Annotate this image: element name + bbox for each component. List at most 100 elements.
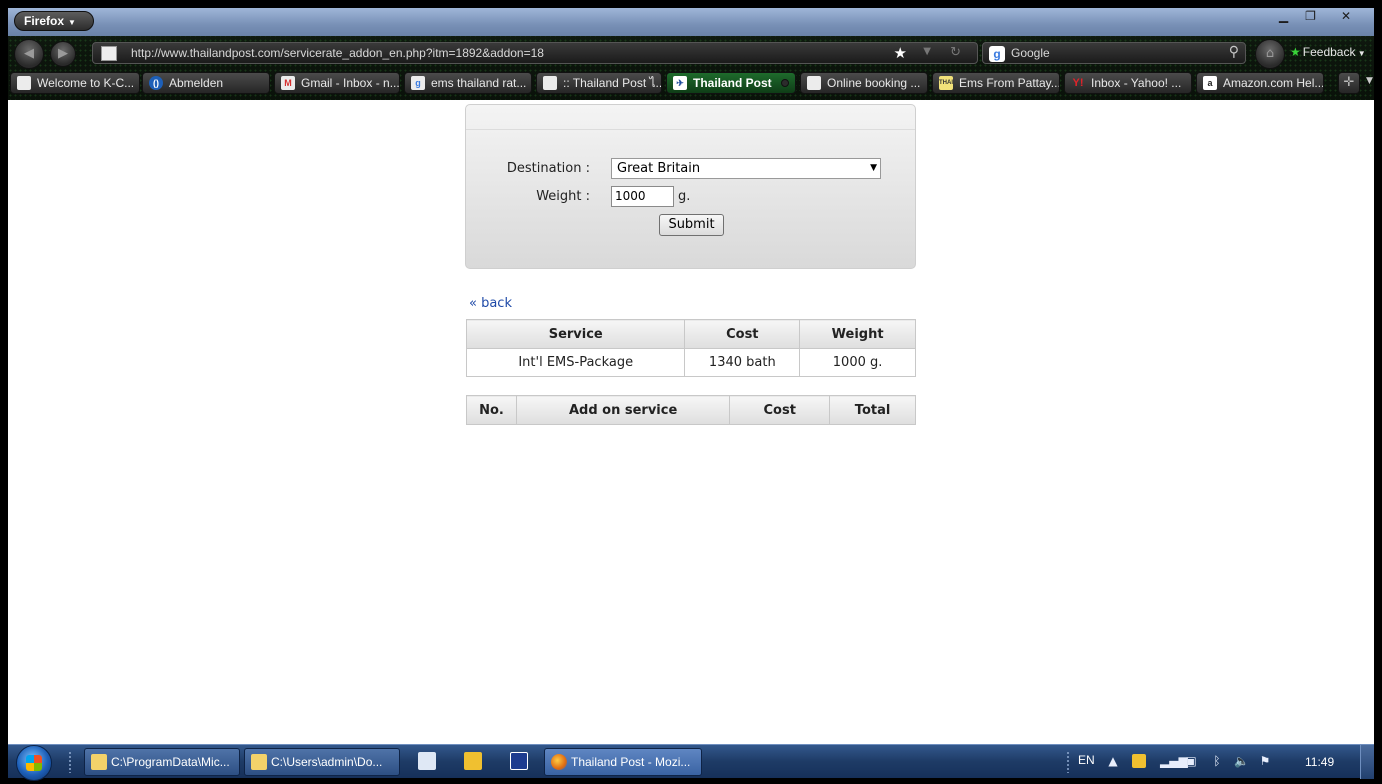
tab-list-chevron-icon[interactable]: ▼ xyxy=(1366,76,1373,86)
firefox-menu-label: Firefox xyxy=(24,14,65,28)
tv-app-icon[interactable] xyxy=(510,752,528,770)
home-icon[interactable]: ⌂ xyxy=(1255,39,1285,69)
google-icon[interactable]: g xyxy=(989,46,1005,62)
destination-selected-value: Great Britain xyxy=(617,161,701,176)
thai-visa-icon: THAI xyxy=(939,76,953,90)
task-label: C:\ProgramData\Mic... xyxy=(111,755,230,769)
column-header-weight: Weight xyxy=(799,319,916,349)
column-header-addon-service: Add on service xyxy=(515,395,731,425)
title-bar: Firefox ▼ ▁ ❐ ✕ xyxy=(8,8,1374,36)
page-icon xyxy=(17,76,31,90)
page-favicon-icon xyxy=(101,46,117,61)
destination-label: Destination : xyxy=(506,161,590,176)
chevron-down-icon: ▼ xyxy=(68,18,76,27)
feedback-label: Feedback xyxy=(1302,45,1356,59)
back-link[interactable]: « back xyxy=(469,296,512,311)
url-dropdown-icon[interactable]: ▼ xyxy=(923,46,931,57)
tray-grip[interactable] xyxy=(1066,751,1070,773)
close-icon[interactable]: ✕ xyxy=(1324,8,1368,25)
weight-label: Weight : xyxy=(536,189,590,204)
feedback-button[interactable]: ★ Feedback ▼ xyxy=(1290,45,1366,59)
bookmark-label: Welcome to K-C... xyxy=(37,76,135,90)
notes-app-icon[interactable] xyxy=(464,752,482,770)
restore-icon[interactable]: ❐ xyxy=(1297,8,1324,25)
new-tab-icon[interactable]: ✛ xyxy=(1338,72,1360,94)
weight-unit-label: g. xyxy=(678,189,691,204)
task-label: Thailand Post - Mozi... xyxy=(571,755,691,769)
table-header-row: Service Cost Weight xyxy=(465,319,916,349)
folder-icon xyxy=(91,754,107,770)
window-controls: ▁ ❐ ✕ xyxy=(1270,8,1368,25)
yahoo-icon: Y! xyxy=(1072,77,1084,89)
gmail-icon: M xyxy=(281,76,295,90)
rate-form-panel: Destination : Great Britain ▼ Weight : 1… xyxy=(465,104,916,269)
weight-input[interactable]: 1000 xyxy=(611,186,674,207)
bookmark-label: ems thailand rat... xyxy=(431,76,527,90)
task-firefox-thailand-post[interactable]: Thailand Post - Mozi... xyxy=(544,748,702,776)
search-icon[interactable]: ⚲ xyxy=(1229,44,1239,60)
navigation-bar: ◀ ▶ http://www.thailandpost.com/servicer… xyxy=(8,36,1374,70)
column-header-total: Total xyxy=(829,395,916,425)
notes-tray-icon[interactable] xyxy=(1132,754,1146,768)
panel-divider xyxy=(466,129,915,130)
start-button[interactable] xyxy=(16,745,52,781)
show-desktop-button[interactable] xyxy=(1360,745,1374,779)
destination-select[interactable]: Great Britain ▼ xyxy=(611,158,881,179)
task-admin-documents-folder[interactable]: C:\Users\admin\Do... xyxy=(244,748,400,776)
tray-expand-icon[interactable]: ▲ xyxy=(1106,754,1120,768)
bookmark-abmelden[interactable]: () Abmelden xyxy=(142,72,270,94)
bookmark-amazon-help[interactable]: a Amazon.com Hel... xyxy=(1196,72,1324,94)
network-icon[interactable]: ▣ xyxy=(1184,754,1198,768)
action-center-flag-icon[interactable]: ⚑ xyxy=(1258,754,1272,768)
language-indicator[interactable]: EN xyxy=(1078,753,1095,767)
column-header-cost: Cost xyxy=(684,319,801,349)
submit-button[interactable]: Submit xyxy=(659,214,724,236)
bookmark-thailand-post-th[interactable]: :: Thailand Post ไ... xyxy=(536,72,662,94)
taskbar-clock[interactable]: 11:49 xyxy=(1305,755,1334,769)
task-label: C:\Users\admin\Do... xyxy=(271,755,383,769)
column-header-service: Service xyxy=(465,319,686,349)
table-header-row: No. Add on service Cost Total xyxy=(466,395,916,425)
forward-arrow-icon[interactable]: ▶ xyxy=(50,41,76,67)
signal-strength-icon[interactable]: ▂▄▆ xyxy=(1160,754,1188,768)
search-bar[interactable]: g Google ⚲ xyxy=(982,42,1246,64)
windows-logo-icon xyxy=(26,755,42,771)
column-header-addon-cost: Cost xyxy=(729,395,831,425)
volume-icon[interactable]: 🔈 xyxy=(1234,754,1249,768)
bookmark-label: Amazon.com Hel... xyxy=(1223,76,1324,90)
windows-taskbar: C:\ProgramData\Mic... C:\Users\admin\Do.… xyxy=(8,744,1374,781)
google-icon: g xyxy=(411,76,425,90)
reload-icon[interactable]: ↻ xyxy=(950,45,961,60)
bookmark-gmail[interactable]: M Gmail - Inbox - n... xyxy=(274,72,400,94)
weight-cell: 1000 g. xyxy=(799,348,916,377)
minimize-icon[interactable]: ▁ xyxy=(1270,8,1297,25)
bookmark-thailand-post[interactable]: ✈ Thailand Post xyxy=(666,72,796,94)
firefox-icon xyxy=(551,754,567,770)
back-arrow-icon[interactable]: ◀ xyxy=(14,39,44,69)
bookmark-label: Ems From Pattay... xyxy=(959,76,1060,90)
bookmark-yahoo-inbox[interactable]: Y! Inbox - Yahoo! ... xyxy=(1064,72,1192,94)
task-programdata-folder[interactable]: C:\ProgramData\Mic... xyxy=(84,748,240,776)
bookmark-ems-rates[interactable]: g ems thailand rat... xyxy=(404,72,532,94)
thailand-post-icon: ✈ xyxy=(673,76,687,90)
bookmark-ems-pattaya[interactable]: THAI Ems From Pattay... xyxy=(932,72,1060,94)
firefox-menu-button[interactable]: Firefox ▼ xyxy=(14,11,94,31)
bookmark-label: Thailand Post xyxy=(693,76,772,90)
search-engine-label: Google xyxy=(1011,46,1050,60)
taskbar-grip[interactable] xyxy=(68,751,72,773)
bookmark-online-booking[interactable]: Online booking ... xyxy=(800,72,928,94)
service-cell: Int'l EMS-Package xyxy=(465,348,686,377)
bookmark-label: Gmail - Inbox - n... xyxy=(301,76,400,90)
site-icon: () xyxy=(149,76,163,90)
folder-icon xyxy=(251,754,267,770)
table-row: Int'l EMS-Package 1340 bath 1000 g. xyxy=(465,348,916,377)
column-header-no: No. xyxy=(466,395,517,425)
bluetooth-icon[interactable]: ᛒ xyxy=(1210,754,1224,768)
service-rate-table: Service Cost Weight Int'l EMS-Package 13… xyxy=(465,319,916,377)
bookmark-star-icon[interactable]: ★ xyxy=(894,44,907,62)
url-bar[interactable]: http://www.thailandpost.com/servicerate_… xyxy=(92,42,978,64)
document-app-icon[interactable] xyxy=(418,752,436,770)
addon-service-table: No. Add on service Cost Total xyxy=(466,395,916,425)
chevron-down-icon: ▼ xyxy=(870,163,877,173)
bookmark-welcome[interactable]: Welcome to K-C... xyxy=(10,72,140,94)
